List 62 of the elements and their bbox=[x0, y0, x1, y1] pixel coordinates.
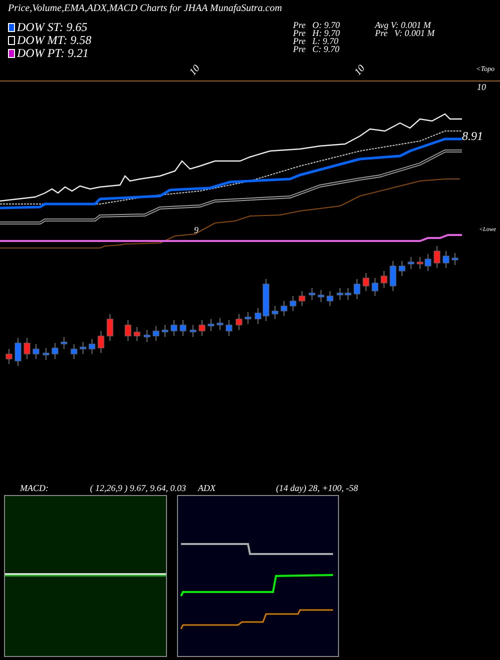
price-label: 9 bbox=[194, 225, 198, 235]
previous-value: Pre C: 9.70 bbox=[293, 45, 340, 53]
candle bbox=[318, 290, 324, 302]
candle bbox=[162, 324, 168, 338]
candle bbox=[226, 320, 232, 336]
candle bbox=[236, 314, 242, 330]
volume-value: Avg V: 0.001 M bbox=[375, 21, 432, 29]
candle bbox=[70, 344, 78, 360]
candle bbox=[180, 320, 186, 336]
candle bbox=[326, 290, 334, 306]
chart-title: Price,Volume,EMA,ADX,MACD Charts for JHAA MunafaSutra.com bbox=[7, 2, 283, 16]
candle bbox=[6, 348, 12, 364]
candle bbox=[380, 270, 388, 288]
candle bbox=[24, 338, 30, 360]
price-label: 10 bbox=[188, 63, 202, 78]
candle bbox=[244, 312, 252, 324]
candle bbox=[144, 330, 150, 342]
candle bbox=[190, 324, 196, 338]
candle bbox=[442, 250, 450, 268]
candle bbox=[98, 330, 104, 354]
candle bbox=[124, 320, 132, 342]
legend-label: DOW MT: 9.58 bbox=[17, 32, 92, 48]
candle bbox=[408, 256, 414, 270]
legend-label: DOW PT: 9.21 bbox=[17, 46, 89, 60]
volume-value: Pre V: 0.001 M bbox=[375, 29, 436, 37]
candle bbox=[80, 342, 86, 354]
candle bbox=[170, 320, 178, 336]
candle bbox=[198, 320, 206, 336]
previous-value: Pre H: 9.70 bbox=[293, 29, 341, 37]
candle bbox=[52, 342, 58, 360]
candle bbox=[272, 306, 278, 320]
previous-value: Pre L: 9.70 bbox=[293, 37, 338, 45]
candle bbox=[32, 344, 40, 360]
macd-values: ( 12,26,9 ) 9.67, 9.64, 0.03 bbox=[90, 483, 186, 493]
candle bbox=[398, 260, 406, 276]
candle bbox=[60, 336, 68, 350]
candle bbox=[216, 318, 224, 330]
candle bbox=[134, 326, 140, 342]
candle bbox=[372, 278, 378, 296]
candle bbox=[354, 278, 360, 300]
candle bbox=[362, 272, 370, 292]
candle bbox=[290, 296, 296, 312]
macd-title: MACD: bbox=[20, 483, 50, 493]
price-label: 10 bbox=[352, 63, 368, 78]
candle bbox=[434, 246, 440, 268]
candle bbox=[88, 338, 96, 354]
candle bbox=[390, 260, 396, 292]
last-price-label: 8.91 bbox=[462, 129, 483, 144]
adx-values: (14 day) 28, +100, -58 bbox=[276, 483, 360, 493]
candle bbox=[280, 300, 288, 316]
candle bbox=[208, 318, 214, 332]
candle bbox=[106, 314, 114, 342]
candle bbox=[298, 290, 306, 306]
candle bbox=[152, 326, 160, 342]
candle bbox=[308, 288, 316, 300]
candle bbox=[14, 338, 22, 366]
price-label: 10 bbox=[477, 82, 486, 92]
adx-title: ADX bbox=[198, 483, 217, 493]
candle bbox=[42, 348, 50, 360]
previous-value: Pre O: 9.70 bbox=[293, 21, 341, 29]
legend-label: DOW ST: 9.65 bbox=[17, 20, 88, 34]
candle bbox=[452, 252, 458, 266]
